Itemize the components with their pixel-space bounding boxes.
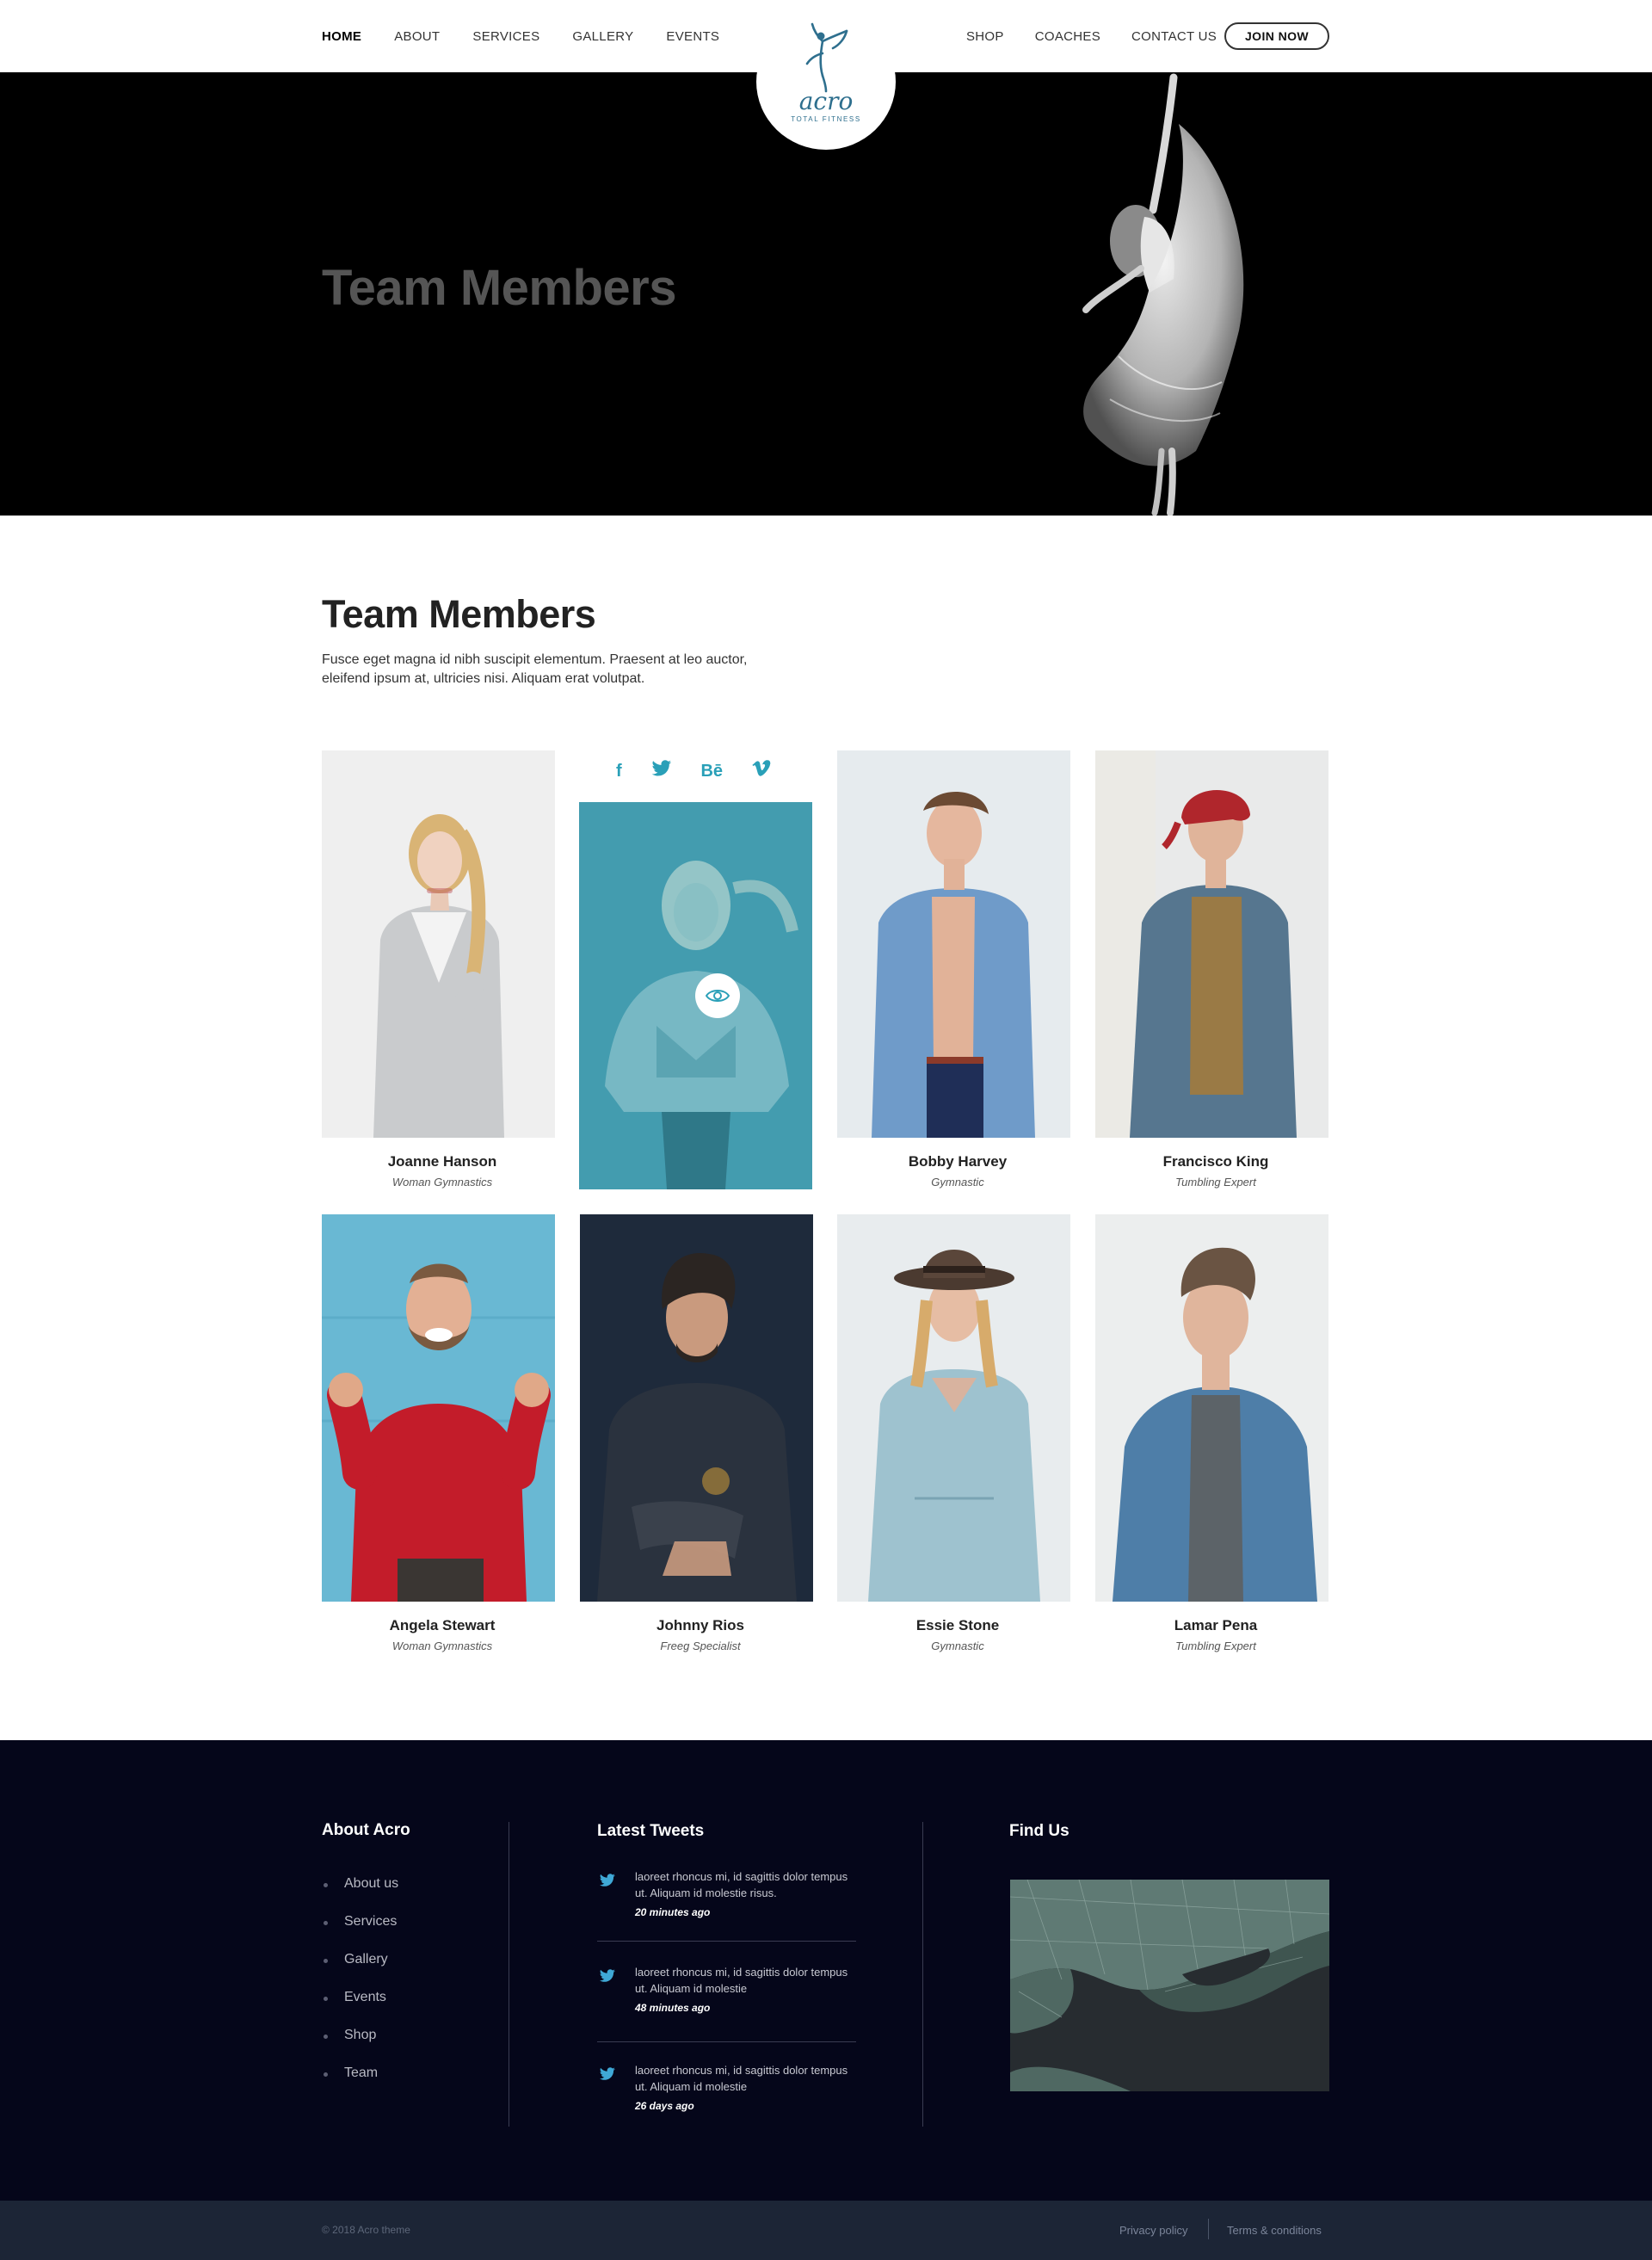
bullet-icon	[324, 1959, 328, 1963]
bullet-icon	[324, 1883, 328, 1887]
hero-title: Team Members	[322, 260, 676, 316]
member-name: Angela Stewart	[389, 1617, 496, 1633]
twitter-icon	[599, 1874, 615, 1886]
tweet-time: 20 minutes ago	[635, 1906, 711, 1918]
tweet-text: laoreet rhoncus mi, id sagittis dolor te…	[635, 2064, 848, 2093]
member-social-links: f Bē	[616, 760, 771, 782]
facebook-icon[interactable]: f	[616, 762, 622, 781]
bullet-icon	[324, 1921, 328, 1925]
bottom-bar	[0, 2201, 1652, 2260]
member-role: Woman Gymnastics	[391, 1176, 493, 1189]
footer-link-label: Gallery	[344, 1952, 388, 1967]
bullet-icon	[324, 2035, 328, 2039]
tweet-separator	[597, 2041, 856, 2042]
member-role: Tumbling Expert	[1175, 1176, 1256, 1189]
footer-find-title: Find Us	[1009, 1822, 1069, 1840]
nav-home[interactable]: HOME	[322, 29, 361, 44]
member-photo[interactable]	[837, 1214, 1070, 1602]
eye-icon	[706, 990, 730, 1002]
member-role: Woman Gymnastics	[391, 1639, 493, 1652]
tweet-separator	[597, 1941, 856, 1942]
join-now-button[interactable]: JOIN NOW	[1224, 22, 1329, 50]
member-photo[interactable]	[322, 1214, 555, 1602]
logo-tagline: TOTAL FITNESS	[791, 115, 861, 123]
nav-contact[interactable]: CONTACT US	[1131, 29, 1217, 44]
member-name: Bobby Harvey	[908, 1153, 1008, 1170]
nav-services[interactable]: SERVICES	[472, 29, 539, 44]
tweet-item[interactable]: laoreet rhoncus mi, id sagittis dolor te…	[597, 2062, 855, 2114]
view-profile-button[interactable]	[695, 973, 740, 1018]
member-role: Freeg Specialist	[660, 1639, 741, 1652]
member-photo[interactable]	[1095, 750, 1328, 1138]
team-section-description: Fusce eget magna id nibh suscipit elemen…	[322, 652, 748, 686]
main-nav-left: HOME ABOUT SERVICES GALLERY EVENTS	[322, 0, 752, 72]
footer-link-team[interactable]: Team	[322, 2065, 398, 2103]
vimeo-icon[interactable]	[752, 760, 771, 782]
tweet-item[interactable]: laoreet rhoncus mi, id sagittis dolor te…	[597, 1868, 855, 1920]
nav-gallery[interactable]: GALLERY	[572, 29, 633, 44]
footer-about-title: About Acro	[322, 1821, 410, 1839]
member-photo[interactable]	[580, 1214, 813, 1602]
dancer-image	[1082, 73, 1244, 516]
footer-link-services[interactable]: Services	[322, 1914, 398, 1952]
copyright-text: © 2018 Acro theme	[322, 2224, 410, 2236]
footer-link-label: Shop	[344, 2028, 377, 2042]
logo-wordmark: acro	[798, 87, 854, 115]
nav-shop[interactable]: SHOP	[966, 29, 1004, 44]
member-role: Gymnastic	[931, 1176, 984, 1189]
nav-coaches[interactable]: COACHES	[1035, 29, 1100, 44]
main-nav-right: SHOP COACHES CONTACT US	[966, 0, 1248, 72]
member-photo[interactable]	[322, 750, 555, 1138]
footer-link-events[interactable]: Events	[322, 1990, 398, 2028]
nav-about[interactable]: ABOUT	[394, 29, 440, 44]
footer-tweets-title: Latest Tweets	[597, 1822, 705, 1840]
tweet-time: 48 minutes ago	[635, 2002, 711, 2014]
tweet-time: 26 days ago	[635, 2100, 694, 2112]
gymnast-logo-icon	[805, 22, 848, 93]
footer-link-gallery[interactable]: Gallery	[322, 1952, 398, 1990]
member-name: Lamar Pena	[1174, 1617, 1258, 1633]
twitter-icon[interactable]	[651, 760, 672, 782]
member-photo[interactable]	[1095, 1214, 1328, 1602]
footer-link-about[interactable]: About us	[322, 1876, 398, 1914]
nav-events[interactable]: EVENTS	[666, 29, 719, 44]
member-name: Francisco King	[1162, 1153, 1269, 1170]
bullet-icon	[324, 1997, 328, 2001]
bottom-separator	[1208, 2219, 1209, 2239]
footer-link-label: Events	[344, 1990, 386, 2004]
footer-about-links: About us Services Gallery Events Shop Te…	[322, 1876, 398, 2103]
tweet-item[interactable]: laoreet rhoncus mi, id sagittis dolor te…	[597, 1964, 855, 2016]
team-section-title: Team Members	[322, 592, 596, 636]
twitter-icon	[599, 2067, 615, 2080]
footer-divider	[922, 1822, 923, 2127]
map-image	[1010, 1880, 1329, 2091]
tweet-text: laoreet rhoncus mi, id sagittis dolor te…	[635, 1966, 848, 1995]
site-logo[interactable]: acro TOTAL FITNESS	[756, 14, 896, 150]
tweet-text: laoreet rhoncus mi, id sagittis dolor te…	[635, 1870, 848, 1899]
behance-icon[interactable]: Bē	[700, 762, 723, 781]
member-photo[interactable]	[837, 750, 1070, 1138]
footer-link-label: About us	[344, 1876, 399, 1891]
member-role: Gymnastic	[931, 1639, 984, 1652]
footer-link-label: Services	[344, 1914, 398, 1929]
bullet-icon	[324, 2072, 328, 2077]
member-name: Joanne Hanson	[387, 1153, 497, 1170]
terms-link[interactable]: Terms & conditions	[1227, 2224, 1322, 2237]
member-name: Essie Stone	[915, 1617, 1000, 1633]
footer-link-shop[interactable]: Shop	[322, 2028, 398, 2065]
member-role: Tumbling Expert	[1175, 1639, 1256, 1652]
location-map[interactable]	[1010, 1880, 1329, 2091]
footer-link-label: Team	[344, 2065, 379, 2080]
twitter-icon	[599, 1969, 615, 1982]
member-name: Johnny Rios	[656, 1617, 744, 1633]
privacy-policy-link[interactable]: Privacy policy	[1119, 2224, 1187, 2237]
